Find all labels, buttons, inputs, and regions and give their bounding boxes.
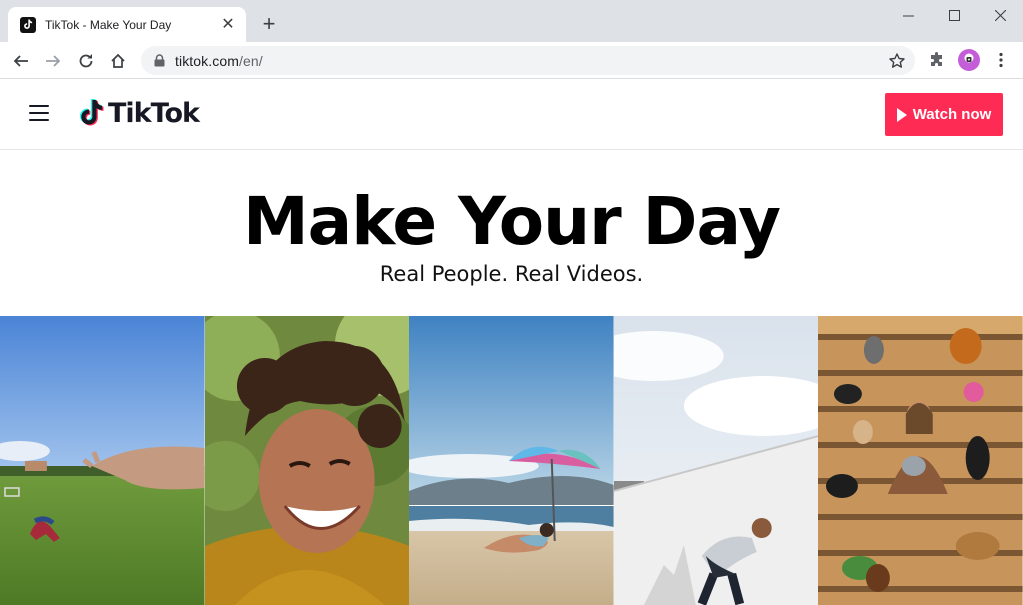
gallery-photo-smiling-woman[interactable] — [204, 316, 410, 605]
extensions-puzzle-icon[interactable] — [926, 49, 948, 71]
window-close-button[interactable] — [977, 2, 1023, 28]
window-maximize-button[interactable] — [931, 2, 977, 28]
reload-icon[interactable] — [72, 47, 100, 75]
logo-wordmark: TikTok — [108, 97, 200, 129]
lock-icon[interactable] — [152, 54, 166, 68]
window-minimize-button[interactable] — [885, 2, 931, 28]
tiktok-favicon-icon — [20, 16, 36, 33]
tiktok-note-icon — [80, 99, 104, 126]
browser-tab[interactable]: TikTok - Make Your Day ✕ — [8, 7, 246, 42]
browser-menu-icon[interactable] — [992, 49, 1010, 71]
tab-title: TikTok - Make Your Day — [45, 17, 172, 32]
url-host: tiktok.com — [175, 52, 240, 69]
site-header: TikTok Watch now — [0, 79, 1023, 150]
watch-now-label: Watch now — [912, 106, 992, 123]
gallery-photo-white-wall[interactable] — [613, 316, 819, 605]
tab-close-icon[interactable]: ✕ — [218, 15, 238, 35]
forward-arrow-icon[interactable] — [39, 47, 67, 75]
profile-avatar[interactable] — [958, 49, 980, 71]
browser-tabstrip: TikTok - Make Your Day ✕ + — [0, 0, 1023, 42]
hero-title: Make Your Day — [243, 183, 781, 260]
gallery-photo-dogs-bleachers[interactable] — [818, 316, 1023, 605]
gallery-photo-beach[interactable] — [409, 316, 614, 605]
hero-subtitle: Real People. Real Videos. — [379, 262, 644, 286]
home-icon[interactable] — [104, 47, 132, 75]
video-gallery — [0, 316, 1023, 605]
browser-toolbar: tiktok.com/en/ — [0, 42, 1023, 79]
watch-now-button[interactable]: Watch now — [885, 93, 1003, 136]
address-bar[interactable]: tiktok.com/en/ — [141, 46, 915, 75]
url-path: /en/ — [239, 52, 263, 69]
hamburger-menu-icon[interactable] — [29, 105, 49, 121]
play-icon — [896, 107, 907, 122]
back-arrow-icon[interactable] — [7, 47, 35, 75]
url-text: tiktok.com/en/ — [175, 53, 263, 69]
bookmark-star-icon[interactable] — [888, 52, 906, 70]
tiktok-logo[interactable]: TikTok — [78, 95, 200, 131]
new-tab-button[interactable]: + — [257, 12, 281, 36]
gallery-photo-field[interactable] — [0, 316, 205, 605]
